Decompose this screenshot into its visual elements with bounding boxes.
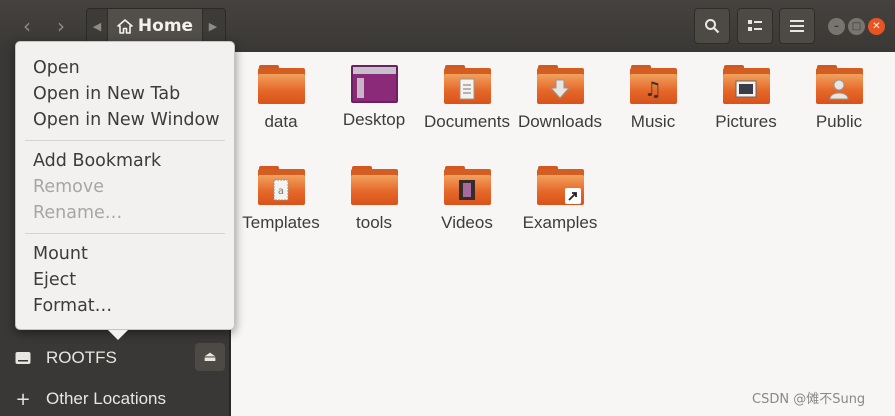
sidebar-item-label: ROOTFS — [46, 348, 117, 367]
path-home-button[interactable]: Home — [107, 9, 203, 43]
watermark-text: CSDN @傩不Sung — [752, 392, 866, 407]
list-view-icon — [748, 20, 762, 31]
videos-folder-icon — [443, 166, 491, 206]
hamburger-menu-icon — [790, 20, 804, 32]
path-bar: ◀ Home ▶ — [86, 8, 226, 44]
home-icon — [117, 18, 133, 34]
path-scroll-left-button[interactable]: ◀ — [87, 9, 107, 43]
file-name: Downloads — [517, 112, 603, 131]
folder-icon — [257, 65, 305, 105]
downloads-folder-icon — [536, 65, 584, 105]
close-button[interactable]: ✕ — [868, 18, 885, 35]
folder-icon — [350, 166, 398, 206]
chevron-right-icon: › — [57, 14, 65, 38]
chevron-left-icon: ‹ — [23, 14, 31, 38]
window-controls: – □ ✕ — [828, 18, 885, 35]
menu-separator — [25, 233, 225, 234]
menu-item-add-bookmark[interactable]: Add Bookmark — [33, 148, 161, 174]
file-item[interactable]: a Templates — [238, 166, 324, 234]
close-icon: ✕ — [872, 20, 881, 32]
file-item[interactable]: ♫ Music — [610, 65, 696, 133]
menu-item-open-new-tab[interactable]: Open in New Tab — [33, 81, 180, 107]
drive-icon — [15, 352, 31, 364]
menu-item-open[interactable]: Open — [33, 55, 80, 81]
path-scroll-right-button[interactable]: ▶ — [203, 9, 223, 43]
file-item[interactable]: Public — [796, 65, 882, 133]
app-menu-button[interactable] — [779, 8, 815, 44]
menu-separator — [25, 140, 225, 141]
maximize-button[interactable]: □ — [848, 18, 865, 35]
file-name: Desktop — [342, 110, 406, 129]
minimize-button[interactable]: – — [828, 18, 845, 35]
file-name: data — [264, 112, 298, 131]
path-home-label: Home — [137, 16, 194, 36]
desktop-folder-icon — [350, 65, 398, 103]
back-button[interactable]: ‹ — [10, 8, 44, 44]
file-name: Pictures — [715, 112, 777, 131]
search-icon — [705, 19, 720, 34]
eject-icon: ⏏ — [203, 349, 217, 365]
menu-item-eject[interactable]: Eject — [33, 267, 76, 293]
file-item[interactable]: Pictures — [703, 65, 789, 133]
sidebar-item-other-locations[interactable]: + Other Locations — [0, 381, 230, 416]
file-item[interactable]: Documents — [424, 65, 510, 133]
plus-icon: + — [15, 388, 31, 410]
sidebar-item-rootfs[interactable]: ROOTFS ⏏ — [0, 340, 230, 376]
minimize-icon: – — [834, 20, 839, 32]
sidebar-context-menu: Open Open in New Tab Open in New Window … — [15, 41, 235, 330]
file-item[interactable]: Desktop — [331, 65, 417, 131]
file-item[interactable]: Downloads — [517, 65, 603, 133]
templates-folder-icon: a — [257, 166, 305, 206]
popover-pointer — [108, 330, 128, 340]
file-item[interactable]: tools — [331, 166, 417, 234]
file-name: Videos — [441, 213, 493, 232]
file-name: Examples — [522, 213, 598, 232]
navigation-buttons: ‹ › — [10, 8, 78, 44]
menu-item-open-new-window[interactable]: Open in New Window — [33, 107, 220, 133]
eject-button[interactable]: ⏏ — [195, 343, 225, 371]
menu-item-rename: Rename… — [33, 203, 123, 223]
documents-folder-icon — [443, 65, 491, 105]
file-item[interactable]: data — [238, 65, 324, 133]
menu-item-format[interactable]: Format… — [33, 293, 112, 319]
music-folder-icon: ♫ — [629, 65, 677, 105]
file-name: Templates — [242, 213, 320, 232]
public-folder-icon — [815, 65, 863, 105]
menu-item-mount[interactable]: Mount — [33, 241, 88, 267]
svg-text:a: a — [278, 186, 284, 197]
pictures-folder-icon — [722, 65, 770, 105]
file-name: tools — [356, 213, 392, 232]
file-name: Public — [815, 112, 863, 131]
file-name: Documents — [424, 112, 510, 131]
maximize-icon: □ — [851, 20, 862, 32]
file-item[interactable]: Examples — [517, 166, 603, 234]
link-folder-icon — [536, 166, 584, 206]
menu-item-remove: Remove — [33, 177, 105, 197]
sidebar-item-label: Other Locations — [46, 389, 167, 408]
search-button[interactable] — [694, 8, 730, 44]
view-toggle-button[interactable] — [737, 8, 773, 44]
forward-button[interactable]: › — [44, 8, 78, 44]
file-view: data Desktop Documents Downloads ♫ Music… — [231, 52, 895, 416]
file-item[interactable]: Videos — [424, 166, 510, 234]
file-name: Music — [630, 112, 676, 131]
